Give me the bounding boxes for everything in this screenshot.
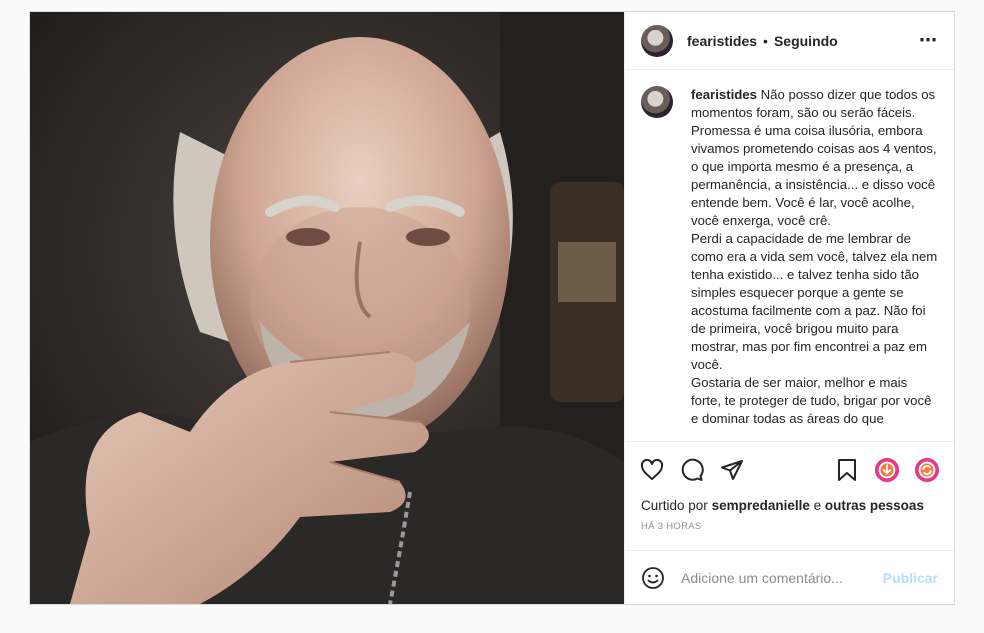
heart-icon <box>640 458 664 480</box>
header-separator: • <box>763 32 768 49</box>
more-options-icon[interactable]: ⋯ <box>919 30 938 51</box>
post-timestamp[interactable]: HÁ 3 HORAS <box>625 513 954 532</box>
download-button[interactable] <box>874 457 900 483</box>
action-bar <box>625 442 954 498</box>
likes-others-link[interactable]: outras pessoas <box>825 498 924 513</box>
avatar[interactable] <box>641 24 673 57</box>
like-button[interactable] <box>639 457 665 483</box>
comment-input[interactable] <box>679 568 883 587</box>
caption-paragraph-1: fearistides Não posso dizer que todos os… <box>691 86 938 230</box>
caption-paragraph-2: Perdi a capacidade de me lembrar de como… <box>691 231 938 372</box>
caption-username[interactable]: fearistides <box>691 87 757 102</box>
caption-paragraph-3: Gostaria de ser maior, melhor e mais for… <box>691 375 932 426</box>
bookmark-icon <box>838 459 856 481</box>
likes-prefix: Curtido por <box>641 498 708 513</box>
caption-area: fearistides Não posso dizer que todos os… <box>625 70 954 442</box>
publish-button[interactable]: Publicar <box>883 570 938 586</box>
photo-illustration <box>30 12 624 604</box>
post-photo[interactable] <box>30 12 624 604</box>
caption-text: fearistides Não posso dizer que todos os… <box>691 86 938 441</box>
instagram-post: fearistides • Seguindo ⋯ fearistides Não… <box>29 11 955 605</box>
caption-paragraph-1-text: Não posso dizer que todos os momentos fo… <box>691 87 937 228</box>
comment-icon <box>681 458 704 481</box>
caption-avatar[interactable] <box>641 86 673 118</box>
likes-middle: e <box>813 498 822 513</box>
likes-line: Curtido por sempredanielle e outras pess… <box>625 498 954 513</box>
emoji-icon[interactable] <box>641 566 665 590</box>
share-icon <box>721 460 743 480</box>
follow-status-button[interactable]: Seguindo <box>774 33 838 49</box>
header-username[interactable]: fearistides <box>687 33 757 49</box>
post-sidebar: fearistides • Seguindo ⋯ fearistides Não… <box>624 12 954 604</box>
save-button[interactable] <box>834 457 860 483</box>
likes-user-link[interactable]: sempredanielle <box>712 498 810 513</box>
repost-icon <box>914 457 940 483</box>
download-icon <box>874 457 900 483</box>
add-comment-bar: Publicar <box>625 550 954 604</box>
post-header: fearistides • Seguindo ⋯ <box>625 12 954 70</box>
share-button[interactable] <box>719 457 745 483</box>
comment-button[interactable] <box>679 457 705 483</box>
repost-button[interactable] <box>914 457 940 483</box>
